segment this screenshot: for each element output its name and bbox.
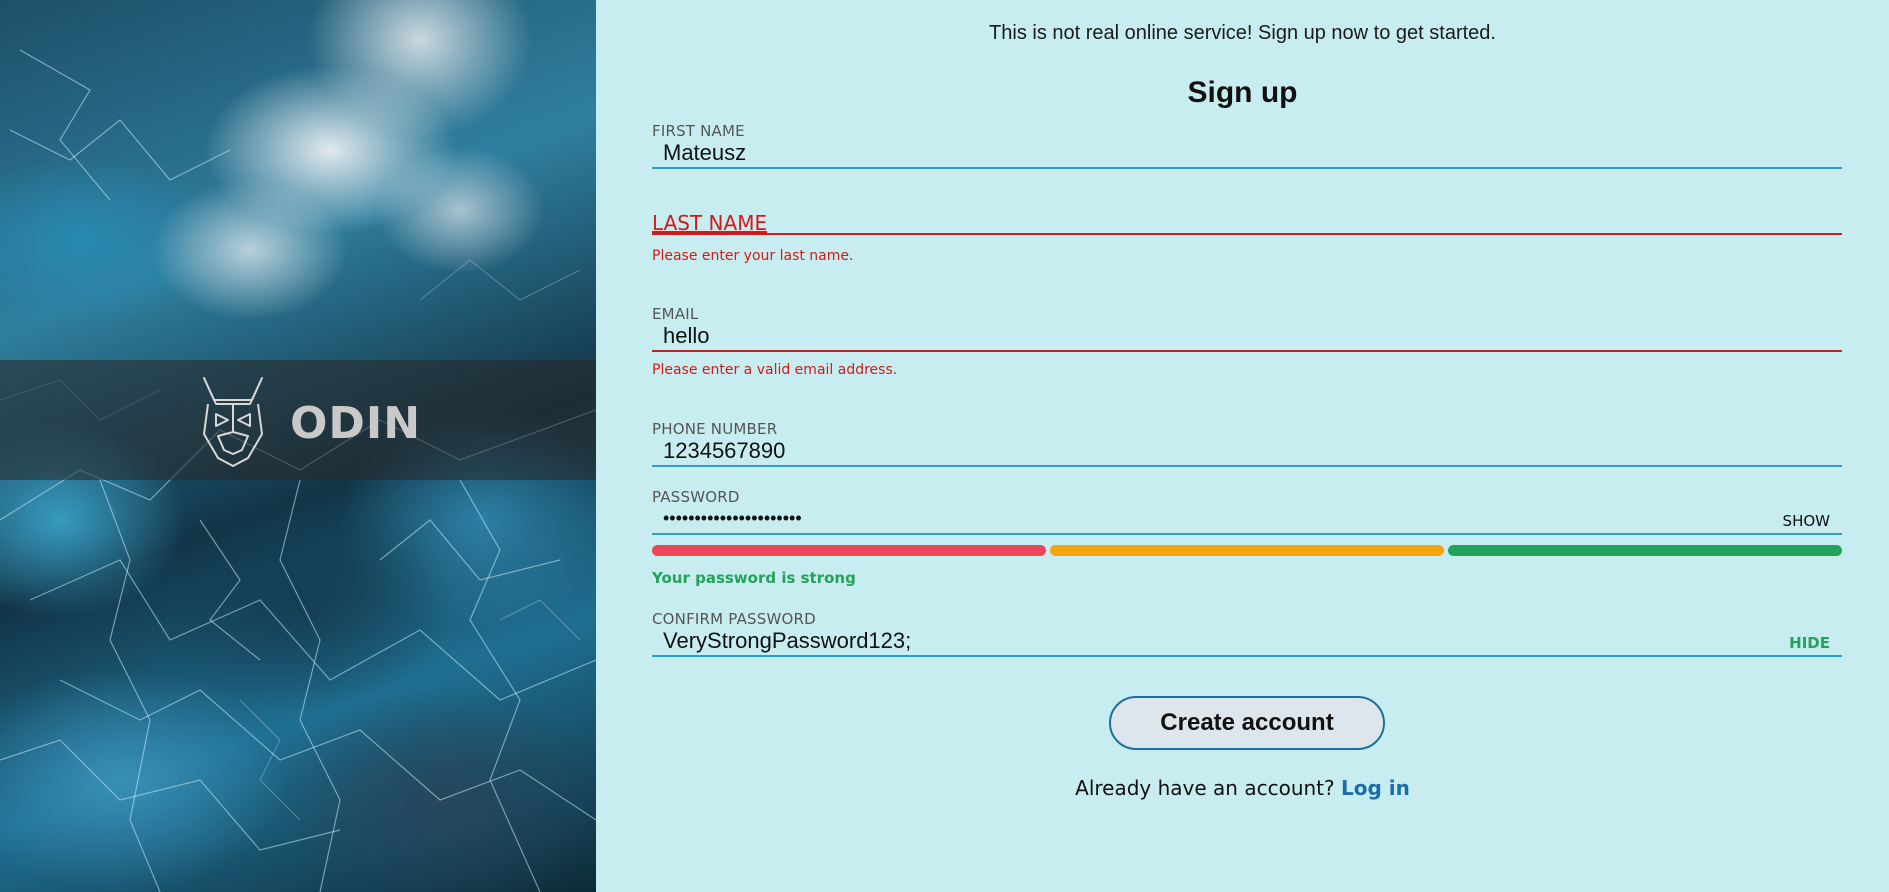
login-link[interactable]: Log in xyxy=(1341,776,1410,800)
login-prompt-text: Already have an account? xyxy=(1075,776,1341,800)
confirm-password-hide-toggle[interactable]: HIDE xyxy=(1789,634,1830,652)
password-input[interactable] xyxy=(652,506,1842,535)
last-name-input[interactable] xyxy=(652,205,1842,235)
phone-field: PHONE NUMBER xyxy=(652,420,1842,467)
first-name-input[interactable] xyxy=(652,140,1842,169)
password-show-toggle[interactable]: SHOW xyxy=(1783,512,1830,530)
password-strength-meter xyxy=(652,545,1842,556)
last-name-label: LAST NAME xyxy=(652,211,768,235)
strength-bar-medium xyxy=(1050,545,1444,556)
password-strength-message: Your password is strong xyxy=(652,569,856,587)
create-account-button[interactable]: Create account xyxy=(1109,696,1385,750)
first-name-field: FIRST NAME xyxy=(652,122,1842,169)
email-label: EMAIL xyxy=(652,305,699,323)
password-label: PASSWORD xyxy=(652,488,740,506)
login-prompt-row: Already have an account? Log in xyxy=(596,776,1889,800)
phone-input[interactable] xyxy=(652,438,1842,467)
first-name-label: FIRST NAME xyxy=(652,122,745,140)
strength-bar-strong xyxy=(1448,545,1842,556)
strength-bar-weak xyxy=(652,545,1046,556)
email-error: Please enter a valid email address. xyxy=(652,362,898,378)
odin-head-icon xyxy=(203,377,263,467)
confirm-password-label: CONFIRM PASSWORD xyxy=(652,610,816,628)
last-name-error: Please enter your last name. xyxy=(652,248,854,264)
password-field: PASSWORD SHOW xyxy=(652,488,1842,535)
email-field: EMAIL xyxy=(652,305,1842,352)
form-title: Sign up xyxy=(1187,76,1298,109)
confirm-password-field: CONFIRM PASSWORD HIDE xyxy=(652,610,1842,657)
brand-name: ODIN xyxy=(290,398,422,449)
confirm-password-input[interactable] xyxy=(652,628,1842,657)
phone-label: PHONE NUMBER xyxy=(652,420,778,438)
email-input[interactable] xyxy=(652,323,1842,352)
tagline: This is not real online service! Sign up… xyxy=(989,22,1496,44)
last-name-field xyxy=(652,205,1842,235)
hero-image-panel: ODIN xyxy=(0,0,596,892)
